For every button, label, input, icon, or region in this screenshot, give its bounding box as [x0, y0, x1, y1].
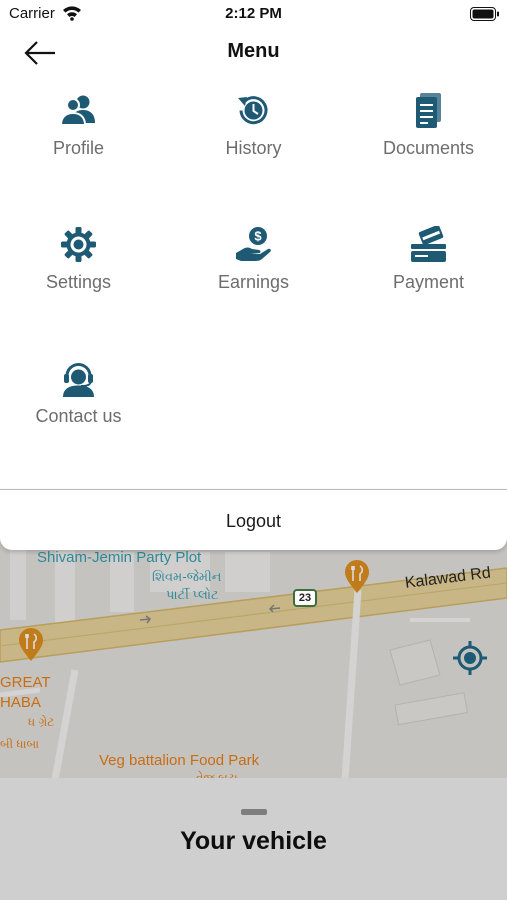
menu-item-label: Payment [392, 272, 465, 292]
menu-item-history[interactable]: History [169, 92, 338, 202]
map-label-great-2: HABA [0, 694, 41, 711]
svg-text:$: $ [254, 229, 262, 244]
map-label-great-1: GREAT [0, 674, 51, 691]
menu-item-label: History [225, 138, 282, 158]
money-hand-icon: $ [236, 227, 271, 261]
map-label-party-plot: Shivam-Jemin Party Plot [37, 549, 202, 566]
menu-item-settings[interactable]: Settings [0, 226, 163, 336]
page-title: Menu [227, 40, 280, 62]
headset-support-icon [63, 363, 94, 397]
road-number-shield: 23 [293, 589, 317, 607]
document-icon [416, 93, 441, 128]
status-bar: Carrier 2:12 PM [0, 0, 507, 28]
crosshair-locate-icon[interactable] [452, 640, 488, 676]
sheet-title: Your vehicle [180, 827, 327, 855]
menu-panel: Menu Profile History Documents Settings … [0, 28, 507, 490]
menu-item-profile[interactable]: Profile [0, 92, 163, 202]
menu-item-label: Settings [45, 272, 112, 292]
menu-item-label: Earnings [217, 272, 290, 292]
history-clock-icon [238, 96, 268, 125]
profile-users-icon [60, 95, 95, 126]
menu-item-label: Contact us [35, 406, 122, 426]
menu-item-documents[interactable]: Documents [344, 92, 507, 202]
sheet-drag-handle[interactable] [241, 809, 267, 815]
menu-item-label: Profile [52, 138, 105, 158]
map-label-great-4: બી ધાબા [0, 737, 40, 751]
gear-icon [61, 227, 96, 262]
status-time: 2:12 PM [225, 5, 282, 22]
logout-button[interactable]: Logout [0, 489, 507, 550]
logout-label: Logout [225, 511, 282, 531]
card-payment-icon [411, 226, 446, 262]
map-label-great-3: ધ ગ્રેટ [28, 715, 55, 729]
map-label-party-plot-guj-2: પાર્ટી પ્લોટ [166, 587, 219, 602]
menu-item-contact-us[interactable]: Contact us [0, 360, 163, 470]
menu-item-payment[interactable]: Payment [344, 226, 507, 336]
bottom-sheet[interactable]: Your vehicle [0, 778, 507, 900]
map-label-veg-food-park: Veg battalion Food Park [99, 752, 260, 769]
menu-item-label: Documents [382, 138, 475, 158]
battery-icon [470, 7, 499, 21]
menu-item-earnings[interactable]: $ Earnings [169, 226, 338, 336]
header: Menu [0, 28, 507, 76]
map-label-party-plot-guj-1: શિવમ-જેમીન [152, 569, 222, 584]
